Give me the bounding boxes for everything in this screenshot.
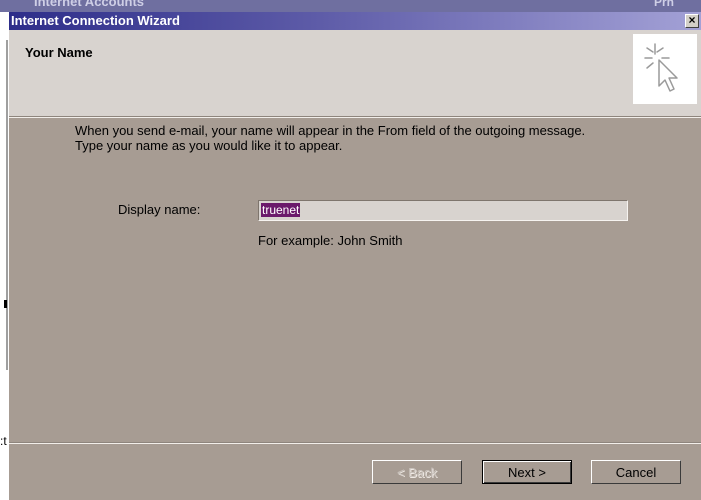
background-tick (4, 300, 7, 308)
back-button[interactable]: < Back (372, 460, 462, 484)
wizard-cursor-sparkle-icon (633, 34, 697, 104)
display-name-selected-text: truenet (261, 203, 301, 217)
back-button-label: < Back (396, 464, 438, 480)
next-button-label: Next > (508, 464, 546, 480)
dialog-title: Internet Connection Wizard (11, 13, 180, 28)
next-button[interactable]: Next > (482, 460, 572, 484)
internet-connection-wizard-dialog: Internet Connection Wizard × Your Name W… (8, 12, 701, 500)
close-button[interactable]: × (685, 14, 699, 28)
intro-line-1: When you send e-mail, your name will app… (75, 123, 586, 138)
intro-line-2: Type your name as you would like it to a… (75, 138, 343, 153)
footer-separator-highlight (9, 443, 701, 444)
intro-text: When you send e-mail, your name will app… (75, 123, 675, 153)
close-icon: × (688, 13, 696, 27)
cancel-button-label: Cancel (615, 464, 657, 480)
background-title: Internet Accounts (34, 0, 145, 9)
dialog-titlebar[interactable]: Internet Connection Wizard × (9, 12, 701, 30)
wizard-header: Your Name (9, 30, 701, 117)
header-separator (9, 117, 701, 118)
display-name-label: Display name: (118, 202, 201, 217)
background-text-fragment: :t (0, 434, 7, 448)
cursor-sparkle-icon-graphic (644, 43, 678, 92)
background-title-right: Prn (654, 0, 675, 9)
example-hint: For example: John Smith (258, 233, 403, 248)
background-titlebar: Internet Accounts Prn (0, 0, 701, 12)
cancel-button[interactable]: Cancel (591, 460, 681, 484)
display-name-input[interactable]: truenet (258, 200, 628, 221)
page-title: Your Name (25, 45, 93, 60)
